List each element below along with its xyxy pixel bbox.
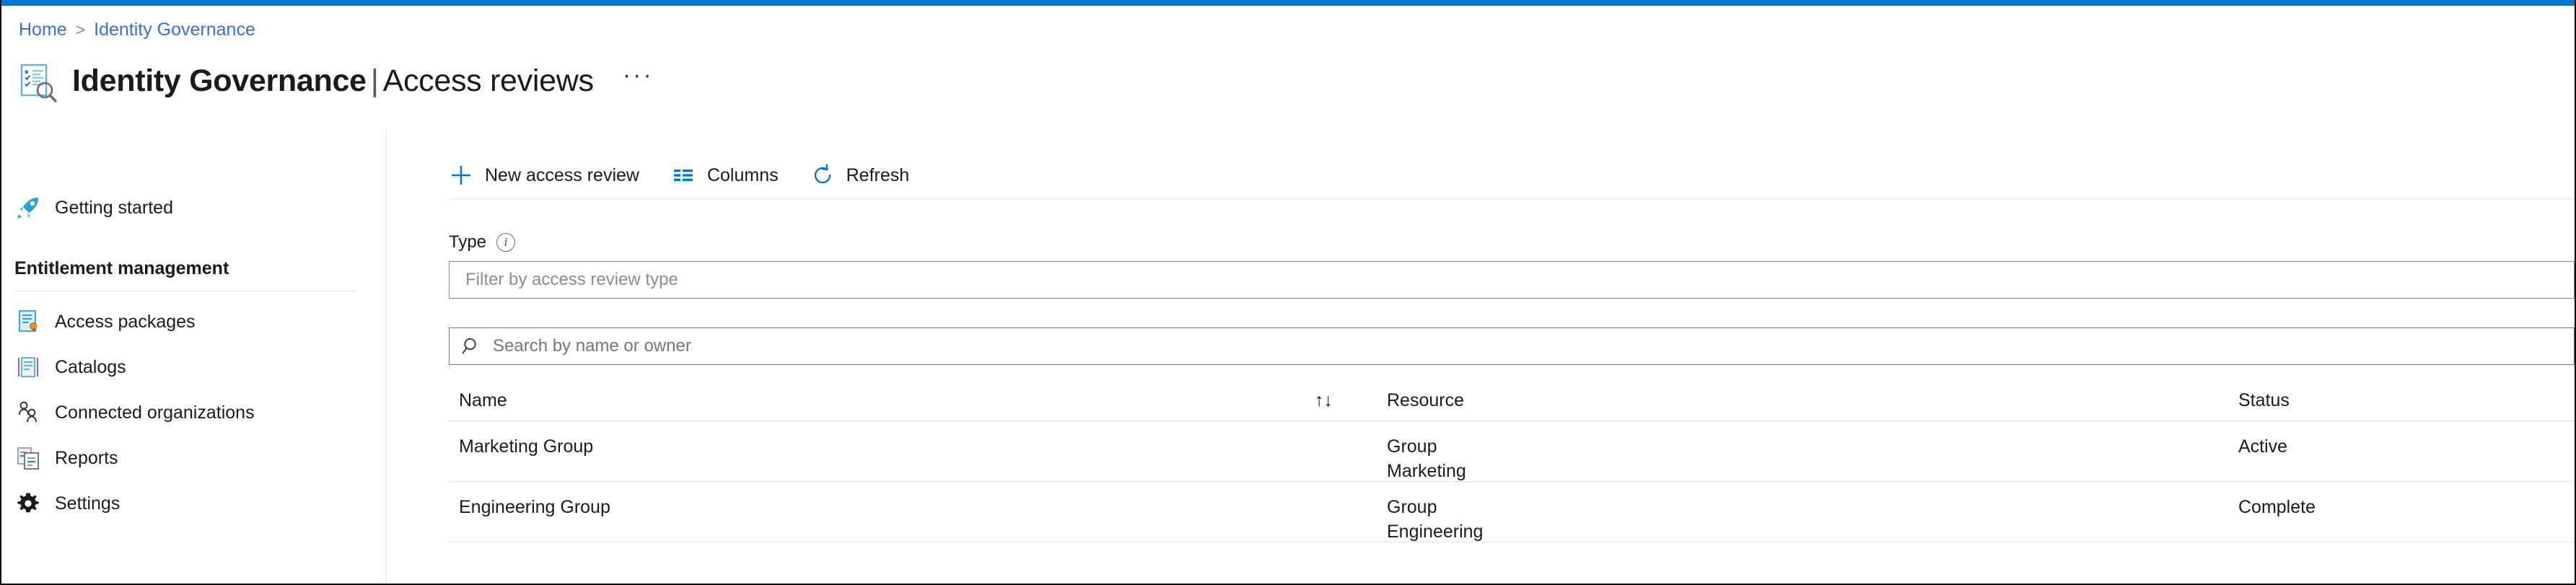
sidebar-item-connected-organizations[interactable]: Connected organizations (14, 395, 255, 430)
table-header-row: Name ↑↓ Resource Status (449, 379, 2576, 421)
breadcrumb-identity-governance-link[interactable]: Identity Governance (94, 17, 255, 42)
cell-spacer (1315, 482, 1387, 495)
cell-resource-name: Marketing (1387, 459, 2238, 483)
breadcrumb-home-link[interactable]: Home (19, 17, 67, 42)
refresh-label: Refresh (846, 165, 910, 186)
access-reviews-table: Name ↑↓ Resource Status Marketing Group … (449, 379, 2576, 542)
sidebar-item-access-packages[interactable]: Access packages (14, 304, 196, 339)
cell-spacer (1315, 421, 1387, 434)
cell-resource-type: Group (1387, 495, 2238, 519)
table-row[interactable]: Marketing Group Group Marketing Active (449, 421, 2576, 482)
new-access-review-label: New access review (485, 165, 639, 186)
cell-resource: Group Engineering (1387, 482, 2238, 544)
access-reviews-icon (17, 62, 61, 105)
reports-icon (14, 444, 42, 472)
type-filter-input[interactable]: Filter by access review type (449, 261, 2575, 299)
breadcrumb: Home > Identity Governance (19, 17, 255, 42)
command-bar: New access review Columns (449, 156, 941, 195)
sidebar: Getting started Entitlement management A… (1, 130, 386, 584)
columns-label: Columns (707, 165, 779, 186)
cell-resource-name: Engineering (1387, 519, 2238, 544)
cell-resource: Group Marketing (1387, 421, 2238, 483)
columns-button[interactable]: Columns (671, 156, 794, 195)
column-header-status[interactable]: Status (2238, 379, 2576, 421)
top-accent-bar (1, 0, 2576, 6)
breadcrumb-separator-icon: > (76, 17, 85, 42)
page-title-divider: | (367, 63, 383, 98)
column-header-resource[interactable]: Resource (1387, 379, 2238, 421)
more-options-icon[interactable]: ··· (623, 61, 654, 89)
sidebar-item-label: Connected organizations (55, 403, 255, 423)
sidebar-item-reports[interactable]: Reports (14, 441, 118, 475)
column-header-name[interactable]: Name (449, 379, 1315, 421)
sidebar-item-label: Access packages (55, 312, 196, 333)
info-icon[interactable]: i (496, 233, 515, 252)
sidebar-item-catalogs[interactable]: Catalogs (14, 350, 126, 384)
cell-status: Active (2238, 421, 2576, 459)
sidebar-item-settings[interactable]: Settings (14, 486, 120, 521)
cell-resource-type: Group (1387, 434, 2238, 459)
columns-icon (671, 163, 696, 188)
cell-status: Complete (2238, 482, 2576, 519)
rocket-icon (14, 194, 42, 221)
sidebar-item-label: Reports (55, 448, 118, 469)
table-row[interactable]: Engineering Group Group Engineering Comp… (449, 482, 2576, 542)
refresh-button[interactable]: Refresh (810, 156, 926, 195)
sidebar-section-entitlement-management: Entitlement management (14, 258, 229, 279)
package-icon (14, 308, 42, 335)
catalog-icon (14, 353, 42, 381)
page-title: Identity Governance|Access reviews (72, 63, 594, 99)
page-title-row: Identity Governance|Access reviews ··· (17, 55, 654, 107)
sidebar-item-label: Catalogs (55, 357, 126, 378)
plus-icon (449, 163, 473, 188)
type-filter-label-row: Type i (449, 232, 515, 252)
command-bar-divider (449, 198, 2575, 199)
sort-icon[interactable]: ↑↓ (1315, 379, 1387, 421)
sidebar-item-getting-started[interactable]: Getting started (14, 190, 173, 225)
cell-name[interactable]: Engineering Group (449, 482, 1315, 519)
cell-name[interactable]: Marketing Group (449, 421, 1315, 459)
people-icon (14, 399, 42, 426)
refresh-icon (810, 163, 835, 188)
content-pane: New access review Columns (387, 130, 2575, 584)
sidebar-item-label: Getting started (55, 198, 173, 219)
type-filter-placeholder: Filter by access review type (465, 270, 678, 290)
page-root: Home > Identity Governance Identity Gove… (0, 0, 2576, 585)
page-title-main: Identity Governance (72, 63, 367, 98)
search-placeholder: Search by name or owner (493, 336, 691, 356)
new-access-review-button[interactable]: New access review (449, 156, 655, 195)
search-icon (461, 335, 483, 357)
sidebar-item-label: Settings (55, 493, 120, 514)
page-title-sub: Access reviews (383, 63, 594, 98)
type-filter-label: Type (449, 232, 486, 252)
gear-icon (14, 490, 42, 517)
search-input[interactable]: Search by name or owner (449, 327, 2575, 365)
